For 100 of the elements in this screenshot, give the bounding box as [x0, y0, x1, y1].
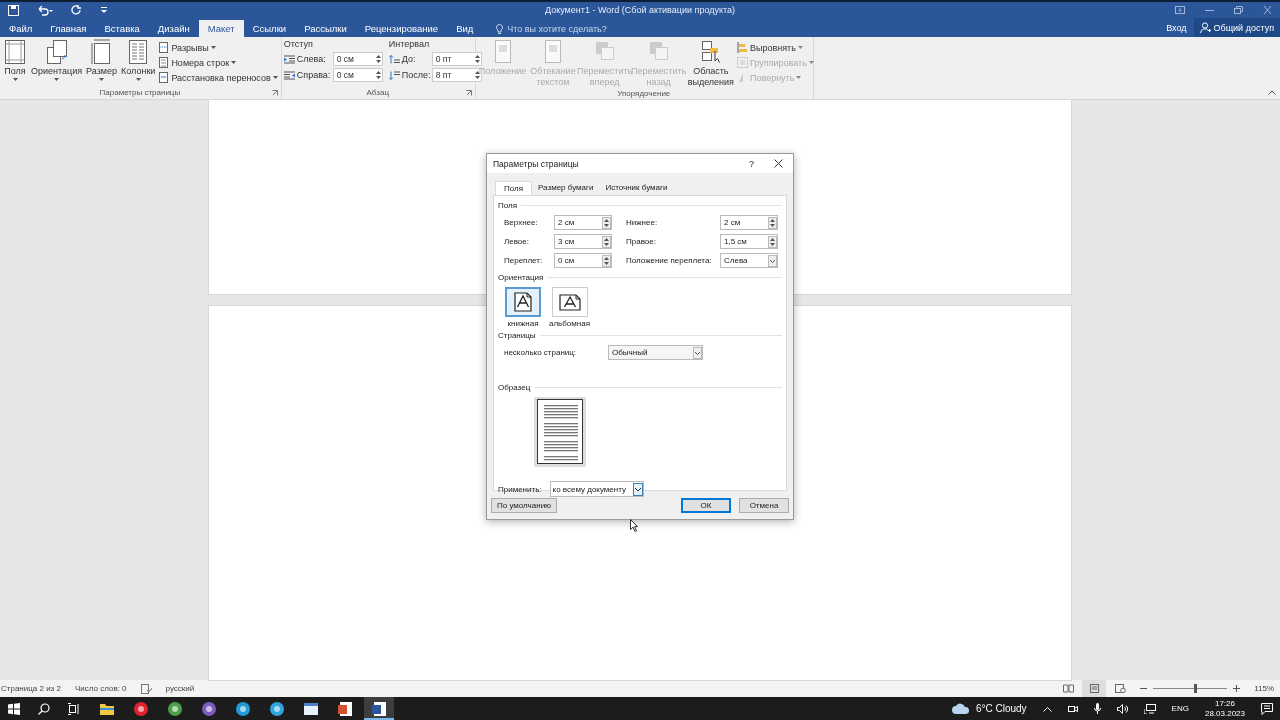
help-button[interactable]: ? [749, 158, 754, 169]
weather-text[interactable]: 6°C Cloudy [975, 703, 1027, 714]
hyphenation-icon [158, 72, 170, 83]
group-label: Абзац [366, 88, 389, 97]
chevron-up-icon[interactable] [1042, 705, 1052, 712]
orientation-option[interactable] [551, 287, 588, 317]
spin-field[interactable]: 0 см [332, 68, 383, 82]
zoom-in-icon[interactable] [1233, 685, 1241, 692]
tell-me-field[interactable]: Что вы хотите сделать? [496, 20, 608, 37]
close-icon[interactable] [774, 159, 783, 168]
caret-icon [54, 78, 60, 81]
dropdown[interactable]: Обычный [608, 345, 703, 360]
dialog-launcher-icon[interactable] [271, 89, 278, 96]
clock[interactable]: 17:26 28.03.2023 [1204, 698, 1245, 719]
ribbon-tab[interactable]: Главная [41, 20, 96, 37]
spin-field[interactable]: 0 см [332, 52, 383, 66]
ribbon-button[interactable]: Номера строк [158, 56, 278, 69]
orientation-option[interactable] [505, 287, 541, 317]
cloud-icon[interactable] [951, 703, 970, 714]
spin-arrows-icon[interactable] [602, 235, 611, 248]
task-view-icon[interactable] [68, 702, 80, 715]
ribbon-button[interactable]: Область выделения [686, 39, 735, 88]
spin-arrows-icon[interactable] [375, 70, 381, 80]
language-indicator[interactable]: русский [165, 684, 195, 693]
dropdown[interactable]: Слева [720, 253, 778, 268]
spin-arrows-icon[interactable] [602, 216, 611, 229]
section-heading: Поля [498, 201, 518, 210]
collapse-ribbon-icon[interactable] [1268, 90, 1276, 95]
ribbon-button[interactable]: Колонки [120, 39, 157, 86]
chevron-down-icon[interactable] [768, 254, 777, 267]
spin-field[interactable]: 1,5 см [720, 234, 778, 249]
ribbon-button[interactable]: Расстановка переносов [158, 71, 278, 84]
proofing-icon[interactable] [140, 683, 152, 694]
field-label: Справа: [296, 70, 331, 80]
save-icon[interactable] [8, 4, 19, 16]
align-icon [737, 42, 748, 53]
view-icon [1114, 684, 1126, 693]
spin-arrows-icon[interactable] [768, 216, 777, 229]
field-label: Верхнее: [504, 218, 539, 227]
document-app-icon[interactable] [364, 697, 394, 720]
spin-arrows-icon[interactable] [474, 54, 480, 64]
spin-arrows-icon[interactable] [602, 254, 611, 267]
spin-field[interactable]: 0 см [554, 253, 612, 268]
default-button[interactable]: По умолчанию [491, 498, 558, 513]
ribbon-button[interactable]: Выровнять [737, 41, 814, 54]
option-label: альбомная [549, 319, 590, 328]
ribbon-tab[interactable]: Вид [447, 20, 483, 37]
spin-field[interactable]: 8 пт [431, 68, 482, 82]
spin-arrows-icon[interactable] [375, 54, 381, 64]
view-icon [1062, 684, 1074, 693]
spin-arrows-icon[interactable] [474, 70, 480, 80]
print-layout-button[interactable] [1082, 680, 1107, 697]
ribbon-button[interactable]: Разрывы [158, 41, 278, 54]
customize-icon[interactable] [100, 6, 108, 14]
page-count[interactable]: Страница 2 из 2 [1, 684, 61, 693]
microphone-icon[interactable] [1093, 703, 1101, 714]
restore-icon[interactable] [1234, 6, 1243, 14]
dialog-title: Параметры страницы [493, 158, 579, 169]
search-icon[interactable] [38, 702, 50, 715]
speaker-icon[interactable] [1116, 703, 1128, 714]
zoom-level[interactable]: 115% [1254, 684, 1274, 693]
chevron-down-icon[interactable] [632, 482, 643, 496]
ribbon-tab[interactable]: Рецензирование [355, 20, 448, 37]
ribbon-tab[interactable]: Макет [198, 20, 244, 37]
ok-button[interactable]: ОК [681, 498, 731, 513]
zoom-out-icon[interactable] [1140, 685, 1148, 692]
dialog-tab[interactable]: Размер бумаги [532, 181, 600, 195]
ribbon-button[interactable]: Размер [85, 39, 119, 86]
line-numbers-icon [158, 57, 170, 68]
ribbon-tab[interactable]: Рассылки [295, 20, 356, 37]
chevron-down-icon[interactable] [693, 346, 702, 359]
ribbon-button[interactable]: Поля [2, 39, 28, 86]
ribbon-button[interactable]: Ориентация [30, 39, 84, 86]
network-icon[interactable] [1143, 703, 1156, 714]
view-icon [1088, 684, 1100, 693]
input-language[interactable]: ENG [1171, 704, 1189, 713]
sign-in-link[interactable]: Вход [1159, 20, 1194, 37]
ribbon-tab[interactable]: Ссылки [243, 20, 296, 37]
undo-icon[interactable] [37, 4, 53, 16]
ribbon-options-icon[interactable] [1175, 6, 1185, 14]
ribbon-tab[interactable]: Файл [0, 20, 42, 37]
spin-field[interactable]: 2 см [554, 215, 612, 230]
notification-icon[interactable] [1261, 702, 1274, 715]
ribbon-tab[interactable]: Дизайн [148, 20, 199, 37]
spin-field[interactable]: 2 см [720, 215, 778, 230]
share-button[interactable]: Общий доступ [1193, 18, 1280, 37]
cancel-button[interactable]: Отмена [739, 498, 789, 513]
windows-start-icon[interactable] [8, 702, 20, 715]
spin-field[interactable]: 3 см [554, 234, 612, 249]
section-heading: Ориентация [498, 273, 544, 282]
word-count[interactable]: Число слов: 0 [74, 684, 127, 693]
dialog-tab[interactable]: Источник бумаги [599, 181, 674, 195]
spin-arrows-icon[interactable] [768, 235, 777, 248]
spin-field[interactable]: 0 пт [431, 52, 482, 66]
dropdown[interactable]: ко всему документу [549, 481, 644, 497]
option-label: книжная [507, 319, 539, 328]
ribbon-tab[interactable]: Вставка [95, 20, 149, 37]
redo-icon[interactable] [71, 4, 82, 16]
camera-icon[interactable] [1067, 703, 1078, 714]
dialog-launcher-icon[interactable] [465, 89, 472, 96]
